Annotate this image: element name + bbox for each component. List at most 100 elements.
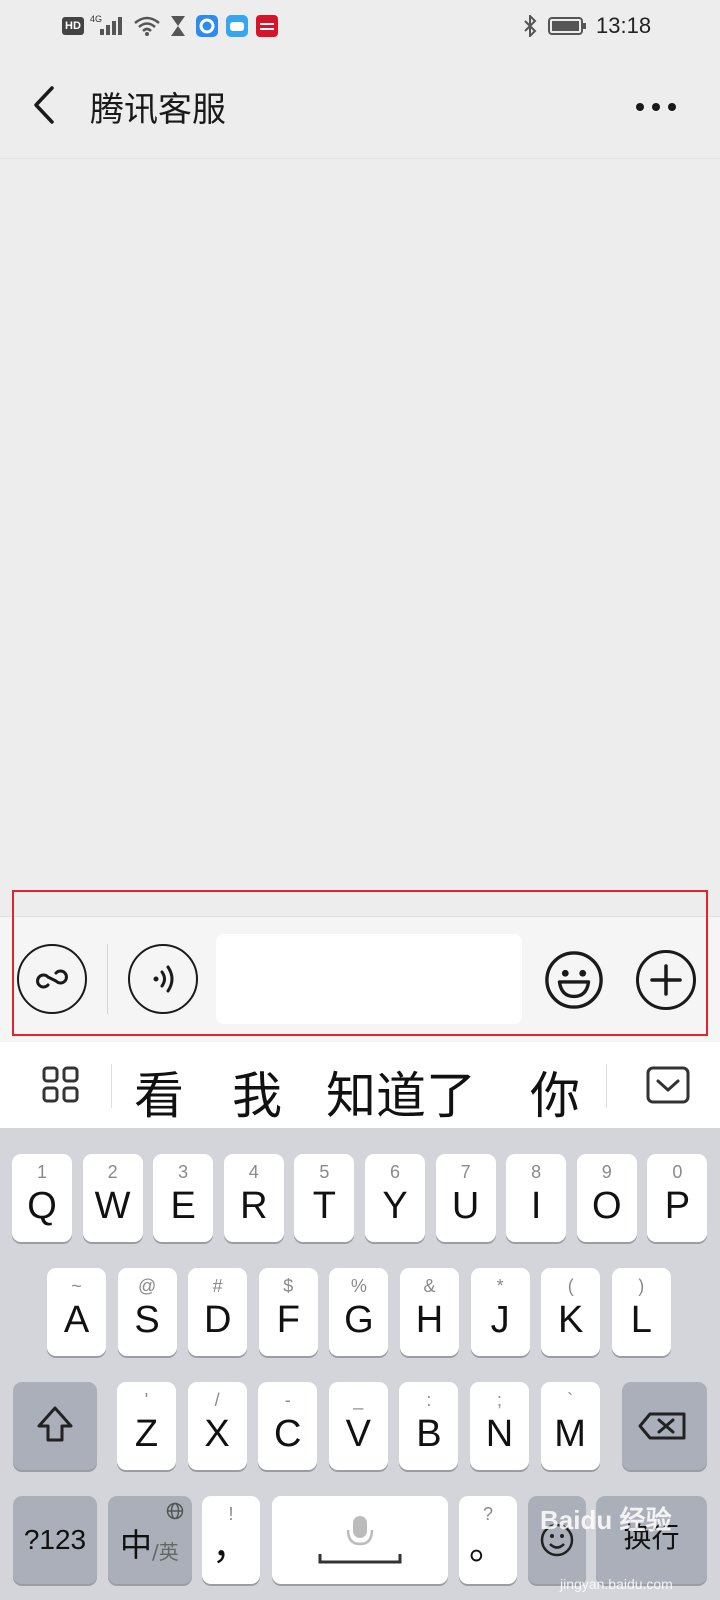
key-r[interactable]: 4R bbox=[223, 1154, 284, 1242]
key-h[interactable]: & H bbox=[400, 1268, 459, 1356]
key-t[interactable]: 5T bbox=[294, 1154, 355, 1242]
status-bar: HD 4G 13:18 bbox=[0, 0, 720, 52]
key-label: H bbox=[415, 1299, 444, 1341]
language-switch-key[interactable]: 中 /英 bbox=[108, 1496, 192, 1584]
key-label: K bbox=[558, 1299, 584, 1341]
numbers-key[interactable]: ?123 bbox=[13, 1496, 97, 1584]
divider bbox=[606, 1064, 607, 1108]
key-label: T bbox=[312, 1185, 336, 1227]
key-sub-label: 2 bbox=[107, 1162, 118, 1182]
key-e[interactable]: 3E bbox=[153, 1154, 214, 1242]
key-label: L bbox=[630, 1299, 652, 1341]
watermark-url: jingyan.baidu.com bbox=[560, 1576, 673, 1592]
comma-key-label: ， bbox=[211, 1524, 250, 1568]
key-label: U bbox=[451, 1185, 480, 1227]
lang-sub-label: /英 bbox=[152, 1540, 179, 1564]
key-p[interactable]: 0P bbox=[647, 1154, 708, 1242]
key-sub-label: 7 bbox=[460, 1162, 471, 1182]
key-sub-label: / bbox=[214, 1390, 220, 1410]
key-label: G bbox=[344, 1299, 374, 1341]
chat-message-area[interactable] bbox=[0, 159, 720, 916]
key-label: R bbox=[240, 1185, 268, 1227]
keyboard: 1Q2W3E4R5T6Y7U8I9O0P ~ A @ S # D $ F% G & H * J(K) L … bbox=[0, 1128, 720, 1600]
microphone-icon bbox=[318, 1516, 402, 1564]
key-label: Q bbox=[27, 1185, 57, 1227]
highlight-box bbox=[12, 890, 708, 1036]
key-l[interactable]: ) L bbox=[611, 1268, 671, 1356]
key-label: X bbox=[204, 1413, 230, 1455]
key-sub-label: 9 bbox=[601, 1162, 612, 1182]
key-w[interactable]: 2W bbox=[82, 1154, 143, 1242]
chat-title: 腾讯客服 bbox=[90, 90, 226, 130]
key-a[interactable]: ~ A bbox=[47, 1268, 106, 1356]
key-label: A bbox=[63, 1299, 90, 1341]
key-c[interactable]: -C bbox=[258, 1382, 318, 1470]
key-label: Y bbox=[382, 1185, 408, 1227]
space-key[interactable] bbox=[272, 1496, 448, 1584]
key-sub-label: 8 bbox=[531, 1162, 542, 1182]
ime-menu-button[interactable] bbox=[42, 1066, 80, 1109]
key-x[interactable]: / X bbox=[187, 1382, 247, 1470]
hide-keyboard-button[interactable] bbox=[646, 1066, 690, 1109]
more-button[interactable] bbox=[634, 100, 678, 112]
backspace-key[interactable] bbox=[622, 1382, 707, 1470]
key-sub-label: $ bbox=[283, 1276, 294, 1296]
key-sub-label: ) bbox=[638, 1276, 645, 1296]
key-sub-label: ; bbox=[496, 1390, 502, 1410]
cloud-app-icon bbox=[226, 14, 248, 38]
battery-icon bbox=[548, 14, 588, 38]
period-key[interactable]: ? 。 bbox=[459, 1496, 517, 1584]
candidate-word[interactable]: 你 bbox=[530, 1056, 580, 1128]
key-label: D bbox=[203, 1299, 232, 1341]
candidate-word[interactable]: 看 bbox=[134, 1056, 184, 1128]
key-f[interactable]: $ F bbox=[258, 1268, 318, 1356]
key-m[interactable]: ` M bbox=[540, 1382, 600, 1470]
more-dots-icon bbox=[636, 103, 676, 111]
key-sub-label: ` bbox=[567, 1390, 574, 1410]
key-d[interactable]: # D bbox=[188, 1268, 248, 1356]
back-button[interactable] bbox=[28, 82, 64, 128]
key-y[interactable]: 6Y bbox=[365, 1154, 425, 1242]
key-j[interactable]: * J bbox=[470, 1268, 530, 1356]
key-s[interactable]: @ S bbox=[117, 1268, 177, 1356]
key-sub-label: ~ bbox=[71, 1276, 82, 1296]
key-sub-label: 4 bbox=[248, 1162, 259, 1182]
clock: 13:18 bbox=[596, 13, 652, 38]
key-i[interactable]: 8I bbox=[506, 1154, 567, 1242]
grid-icon bbox=[42, 1066, 79, 1103]
key-label: S bbox=[134, 1299, 160, 1341]
key-label: Z bbox=[134, 1413, 159, 1455]
key-o[interactable]: 9O bbox=[576, 1154, 637, 1242]
key-label: M bbox=[554, 1413, 586, 1455]
key-sub-label: & bbox=[423, 1276, 436, 1296]
key-label: W bbox=[94, 1185, 131, 1227]
key-sub-label: 0 bbox=[672, 1162, 683, 1182]
key-g[interactable]: % G bbox=[329, 1268, 389, 1356]
key-sub-label: @ bbox=[137, 1276, 157, 1296]
candidate-word[interactable]: 知道了 bbox=[326, 1056, 476, 1128]
key-sub-label: * bbox=[496, 1276, 504, 1296]
key-sub-label: 6 bbox=[389, 1162, 400, 1182]
key-label: N bbox=[485, 1413, 514, 1455]
key-b[interactable]: :B bbox=[399, 1382, 459, 1470]
wifi-icon bbox=[132, 14, 162, 38]
key-n[interactable]: ; N bbox=[470, 1382, 529, 1470]
hd-badge: HD bbox=[62, 17, 84, 35]
backspace-icon bbox=[638, 1412, 686, 1440]
key-sub-label: 5 bbox=[319, 1162, 330, 1182]
comma-key[interactable]: ! ， bbox=[202, 1496, 260, 1584]
key-q[interactable]: 1Q bbox=[12, 1154, 72, 1242]
key-k[interactable]: (K bbox=[541, 1268, 601, 1356]
key-v[interactable]: _ V bbox=[328, 1382, 388, 1470]
key-label: F bbox=[276, 1299, 300, 1341]
key-label: I bbox=[530, 1185, 542, 1227]
shift-key[interactable] bbox=[13, 1382, 97, 1470]
network-type: 4G bbox=[90, 14, 103, 24]
key-label: B bbox=[416, 1413, 442, 1455]
key-z[interactable]: ' Z bbox=[117, 1382, 176, 1470]
divider bbox=[111, 1064, 112, 1108]
candidate-word[interactable]: 我 bbox=[232, 1056, 282, 1128]
key-sub-label: ( bbox=[567, 1276, 574, 1296]
browser-app-icon bbox=[196, 14, 218, 38]
key-u[interactable]: 7U bbox=[435, 1154, 496, 1242]
